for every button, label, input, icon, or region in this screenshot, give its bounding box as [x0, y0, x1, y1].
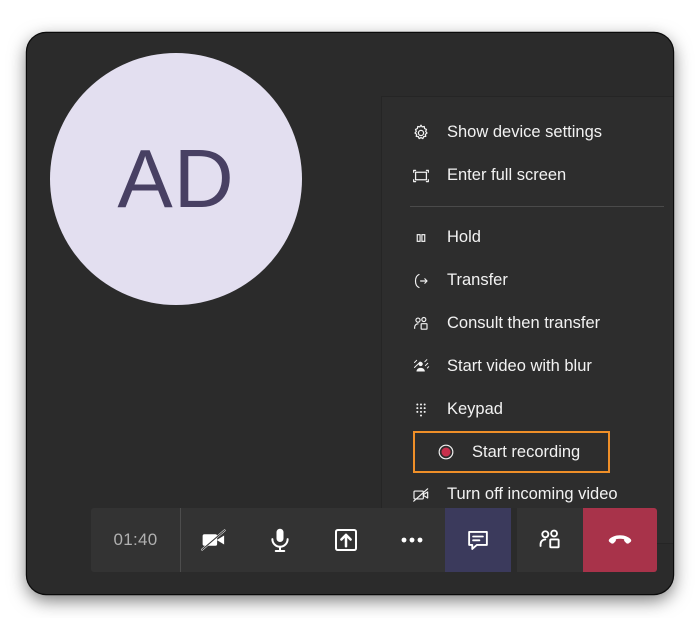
- more-actions-button[interactable]: [379, 508, 445, 572]
- menu-list: Show device settings Enter full screen H…: [382, 97, 673, 516]
- call-duration-value: 01:40: [113, 530, 158, 549]
- menu-item-label: Start recording: [472, 442, 581, 461]
- call-window: AD Show device settings Enter full scree…: [27, 33, 673, 594]
- video-off-icon: [410, 484, 432, 506]
- menu-item-label: Show device settings: [447, 123, 603, 142]
- hang-up-icon: [605, 525, 635, 555]
- camera-off-icon: [199, 525, 229, 555]
- call-transfer-icon: [410, 270, 432, 292]
- menu-item-label: Turn off incoming video: [447, 485, 618, 504]
- menu-item-label: Keypad: [447, 400, 503, 419]
- menu-item-label: Hold: [447, 228, 481, 247]
- keypad-icon: [410, 399, 432, 421]
- menu-item-consult-then-transfer[interactable]: Consult then transfer: [382, 302, 673, 345]
- menu-item-start-recording[interactable]: Start recording: [413, 431, 610, 473]
- menu-item-show-device-settings[interactable]: Show device settings: [382, 111, 673, 154]
- people-icon: [536, 526, 564, 554]
- video-blur-icon: [410, 356, 432, 378]
- menu-divider: [410, 206, 664, 207]
- menu-item-label: Consult then transfer: [447, 314, 601, 333]
- hang-up-button[interactable]: [583, 508, 657, 572]
- menu-item-enter-full-screen[interactable]: Enter full screen: [382, 154, 673, 197]
- gear-icon: [410, 122, 432, 144]
- fullscreen-icon: [410, 165, 432, 187]
- pause-icon: [410, 227, 432, 249]
- microphone-icon: [265, 525, 295, 555]
- call-duration-timer: 01:40: [91, 508, 181, 572]
- menu-item-hold[interactable]: Hold: [382, 216, 673, 259]
- menu-item-label: Enter full screen: [447, 166, 567, 185]
- screenshot-root: AD Show device settings Enter full scree…: [0, 0, 700, 618]
- avatar: AD: [50, 53, 302, 305]
- share-screen-button[interactable]: [313, 508, 379, 572]
- toggle-microphone-button[interactable]: [247, 508, 313, 572]
- menu-item-start-video-with-blur[interactable]: Start video with blur: [382, 345, 673, 388]
- more-actions-menu: Show device settings Enter full screen H…: [382, 97, 673, 543]
- call-control-toolbar: 01:40: [91, 508, 657, 572]
- toggle-camera-button[interactable]: [181, 508, 247, 572]
- menu-item-transfer[interactable]: Transfer: [382, 259, 673, 302]
- toggle-chat-button[interactable]: [445, 508, 511, 572]
- ellipsis-icon: [397, 525, 427, 555]
- menu-item-keypad[interactable]: Keypad: [382, 388, 673, 431]
- chat-icon: [464, 526, 492, 554]
- menu-item-label: Transfer: [447, 271, 508, 290]
- share-screen-icon: [331, 525, 361, 555]
- menu-item-label: Start video with blur: [447, 357, 592, 376]
- avatar-initials: AD: [117, 132, 235, 225]
- people-icon: [410, 313, 432, 335]
- show-participants-button[interactable]: [517, 508, 583, 572]
- record-icon: [435, 441, 457, 463]
